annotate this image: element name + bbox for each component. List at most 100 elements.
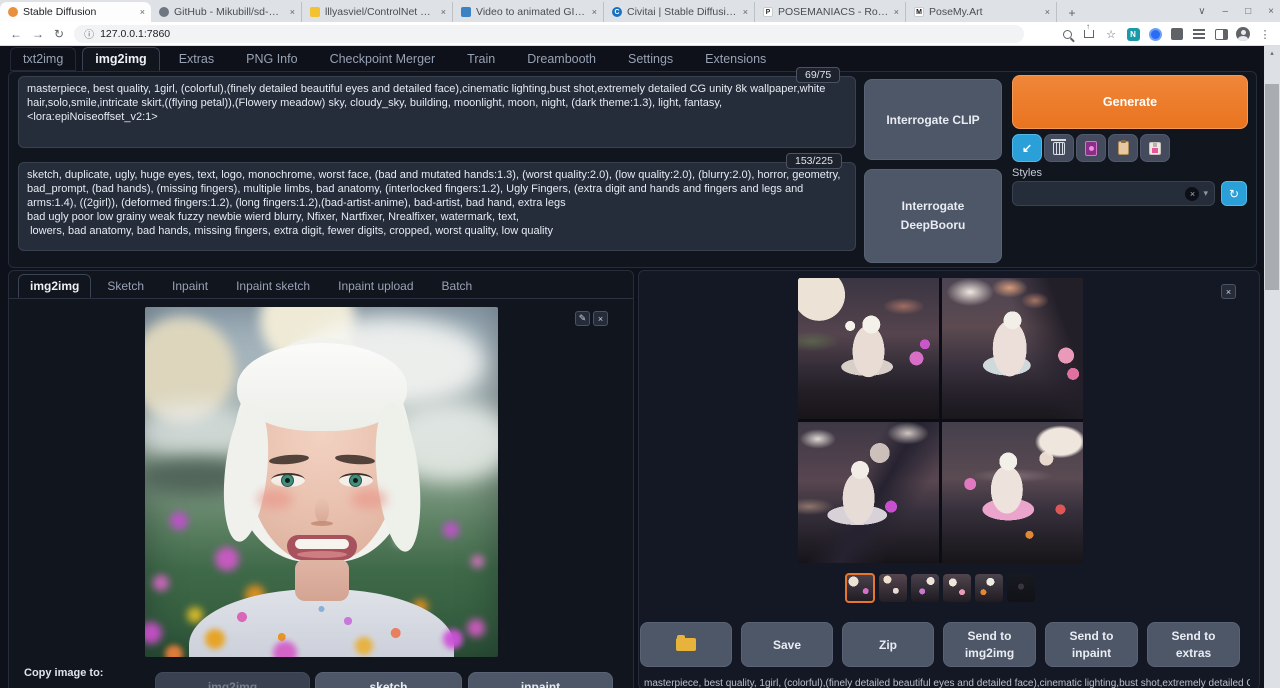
extension-blue-icon[interactable] xyxy=(1148,27,1162,41)
copy-to-inpaint-button[interactable]: inpaint xyxy=(468,672,613,688)
extra-networks-button[interactable] xyxy=(1076,134,1106,162)
close-gallery-button[interactable]: × xyxy=(1221,284,1236,299)
browser-tab-controlnet[interactable]: lllyasviel/ControlNet at main × xyxy=(302,2,453,22)
subtab-sketch[interactable]: Sketch xyxy=(95,274,156,298)
negative-prompt-textarea[interactable]: sketch, duplicate, ugly, huge eyes, text… xyxy=(18,162,856,251)
tab-close-icon[interactable]: × xyxy=(743,7,748,17)
subtab-batch[interactable]: Batch xyxy=(430,274,485,298)
scrollbar-up-arrow-icon[interactable]: ▴ xyxy=(1264,46,1280,60)
prompt-textarea[interactable]: masterpiece, best quality, 1girl, (color… xyxy=(18,76,856,148)
gallery-thumbnail-4[interactable] xyxy=(943,574,971,602)
tab-close-icon[interactable]: × xyxy=(441,7,446,17)
tab-close-icon[interactable]: × xyxy=(140,7,145,17)
side-panel-icon[interactable] xyxy=(1214,27,1228,41)
browser-tab-posemaniacs[interactable]: P POSEMANIACS - Royalty free 3 × xyxy=(755,2,906,22)
scrollbar-thumb[interactable] xyxy=(1265,84,1279,290)
minimize-icon[interactable]: – xyxy=(1223,6,1229,17)
browser-tab-civitai[interactable]: C Civitai | Stable Diffusion model × xyxy=(604,2,755,22)
share-icon[interactable] xyxy=(1082,27,1096,41)
save-style-button[interactable] xyxy=(1140,134,1170,162)
result-image-2[interactable] xyxy=(942,278,1083,419)
tab-txt2img[interactable]: txt2img xyxy=(10,47,76,71)
clear-prompt-button[interactable] xyxy=(1044,134,1074,162)
gallery-thumbnail-3[interactable] xyxy=(911,574,939,602)
close-icon[interactable]: × xyxy=(1268,6,1274,17)
gallery-thumbnail-1[interactable] xyxy=(845,573,875,603)
tab-png-info[interactable]: PNG Info xyxy=(233,47,310,71)
save-button[interactable]: Save xyxy=(741,622,833,667)
subtab-inpaint[interactable]: Inpaint xyxy=(160,274,220,298)
site-info-icon[interactable]: ⓘ xyxy=(84,26,94,41)
forward-icon[interactable]: → xyxy=(32,27,44,41)
browser-tab-gif-converter[interactable]: Video to animated GIF converter × xyxy=(453,2,604,22)
address-bar[interactable]: ⓘ 127.0.0.1:7860 xyxy=(74,25,1024,43)
subtab-inpaint-sketch[interactable]: Inpaint sketch xyxy=(224,274,322,298)
reading-list-icon[interactable] xyxy=(1192,27,1206,41)
tab-close-icon[interactable]: × xyxy=(592,7,597,17)
zip-button[interactable]: Zip xyxy=(842,622,934,667)
copy-to-sketch-button[interactable]: sketch xyxy=(315,672,462,688)
gallery-thumbnail-2[interactable] xyxy=(879,574,907,602)
reload-icon[interactable]: ↻ xyxy=(54,27,64,41)
browser-tab-github[interactable]: GitHub - Mikubill/sd-webui-co × xyxy=(151,2,302,22)
open-folder-button[interactable] xyxy=(640,622,732,667)
kebab-menu-icon[interactable]: ⋮ xyxy=(1258,27,1272,41)
tab-title: PoseMy.Art xyxy=(929,6,1040,18)
result-image-4[interactable] xyxy=(942,422,1083,563)
page-scrollbar[interactable]: ▴ xyxy=(1264,46,1280,688)
tab-dreambooth[interactable]: Dreambooth xyxy=(514,47,609,71)
tab-img2img[interactable]: img2img xyxy=(82,47,159,71)
tab-close-icon[interactable]: × xyxy=(894,7,899,17)
window-controls: ∨ – □ × xyxy=(1198,0,1274,22)
extensions-puzzle-icon[interactable] xyxy=(1170,27,1184,41)
apply-style-button[interactable] xyxy=(1108,134,1138,162)
browser-tab-posemyart[interactable]: M PoseMy.Art × xyxy=(906,2,1057,22)
tab-extras[interactable]: Extras xyxy=(166,47,227,71)
tab-extensions[interactable]: Extensions xyxy=(692,47,779,71)
send-to-inpaint-button[interactable]: Send to inpaint xyxy=(1045,622,1138,667)
clear-styles-icon[interactable]: × xyxy=(1185,187,1199,201)
maximize-icon[interactable]: □ xyxy=(1245,6,1251,17)
extension-n-icon[interactable]: N xyxy=(1126,27,1140,41)
tab-checkpoint-merger[interactable]: Checkpoint Merger xyxy=(317,47,449,71)
edit-image-button[interactable]: ✎ xyxy=(575,311,590,326)
gallery-thumbnail-5[interactable] xyxy=(975,574,1003,602)
browser-tab-stable-diffusion[interactable]: Stable Diffusion × xyxy=(0,2,151,22)
zoom-icon[interactable] xyxy=(1060,27,1074,41)
posemaniacs-favicon-icon: P xyxy=(763,7,773,17)
gallery-thumbnail-6[interactable] xyxy=(1007,574,1035,602)
generate-button[interactable]: Generate xyxy=(1012,75,1248,129)
profile-avatar[interactable] xyxy=(1236,27,1250,41)
subtab-img2img[interactable]: img2img xyxy=(18,274,91,298)
bookmark-star-icon[interactable]: ☆ xyxy=(1104,27,1118,41)
interrogate-deepbooru-button[interactable]: Interrogate DeepBooru xyxy=(864,169,1002,263)
send-to-extras-button[interactable]: Send to extras xyxy=(1147,622,1240,667)
styles-label: Styles xyxy=(1012,167,1042,179)
negative-prompt-token-counter: 153/225 xyxy=(786,153,842,169)
tab-settings[interactable]: Settings xyxy=(615,47,686,71)
tab-close-icon[interactable]: × xyxy=(1045,7,1050,17)
remove-image-button[interactable]: × xyxy=(593,311,608,326)
tab-title: Video to animated GIF converter xyxy=(476,6,587,18)
result-image-3[interactable] xyxy=(798,422,939,563)
new-tab-button[interactable]: + xyxy=(1063,4,1081,22)
input-image[interactable] xyxy=(145,307,498,657)
card-icon xyxy=(1085,141,1097,156)
search-tabs-icon[interactable]: ∨ xyxy=(1198,6,1205,17)
result-image-1[interactable] xyxy=(798,278,939,419)
send-to-img2img-button[interactable]: Send to img2img xyxy=(943,622,1036,667)
tab-close-icon[interactable]: × xyxy=(290,7,295,17)
styles-dropdown[interactable]: × ▾ xyxy=(1012,181,1215,206)
refresh-icon: ↻ xyxy=(1229,187,1239,201)
github-favicon-icon xyxy=(159,7,169,17)
back-icon[interactable]: ← xyxy=(10,27,22,41)
img2img-tab-bar: img2img Sketch Inpaint Inpaint sketch In… xyxy=(9,274,633,299)
tab-title: GitHub - Mikubill/sd-webui-co xyxy=(174,6,285,18)
refresh-styles-button[interactable]: ↻ xyxy=(1221,181,1247,206)
subtab-inpaint-upload[interactable]: Inpaint upload xyxy=(326,274,425,298)
interrogate-clip-button[interactable]: Interrogate CLIP xyxy=(864,79,1002,160)
paste-params-button[interactable]: ↙ xyxy=(1012,134,1042,162)
close-icon: × xyxy=(598,314,603,324)
tab-train[interactable]: Train xyxy=(454,47,508,71)
pencil-icon: ✎ xyxy=(579,313,587,324)
